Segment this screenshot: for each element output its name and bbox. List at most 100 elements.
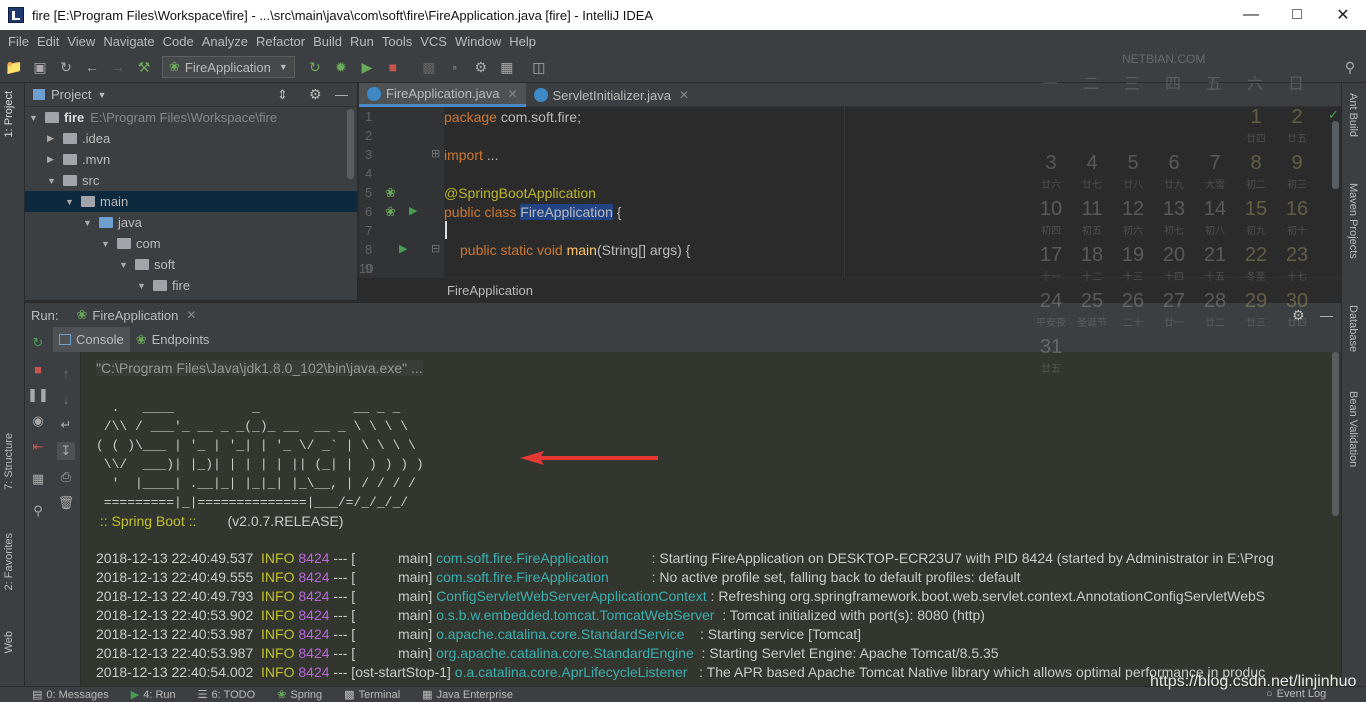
structure-tool-tab[interactable]: 7: Structure [3, 433, 15, 490]
menu-view[interactable]: View [67, 34, 95, 49]
web-tool-tab[interactable]: Web [3, 631, 15, 653]
database-tool-tab[interactable]: Database [1347, 305, 1359, 352]
run-tool-button[interactable]: ▶ 4: Run [131, 688, 176, 702]
up-arrow-icon[interactable]: ↑ [57, 364, 75, 382]
menu-analyze[interactable]: Analyze [202, 34, 248, 49]
log-logger: com.soft.fire.FireApplication [436, 550, 609, 566]
favorites-tool-tab[interactable]: 2: Favorites [3, 533, 15, 590]
open-folder-icon[interactable]: 📁 [4, 57, 24, 77]
build-hammer-icon[interactable]: ⚒ [134, 57, 154, 77]
tree-item-root[interactable]: ▼ fire E:\Program Files\Workspace\fire [25, 107, 357, 128]
maven-projects-tool-tab[interactable]: Maven Projects [1347, 183, 1359, 259]
tree-item-idea[interactable]: ▶ .idea [25, 128, 357, 149]
presentation-icon[interactable]: ◫ [529, 57, 549, 77]
log-separator: --- [ [329, 664, 356, 680]
stop-icon[interactable]: ■ [29, 360, 47, 378]
run-gutter-icon[interactable]: ▶ [399, 242, 429, 255]
coverage-icon[interactable]: ▶ [357, 57, 377, 77]
print-icon[interactable]: ⎙ [57, 468, 75, 486]
tree-item-mvn[interactable]: ▶ .mvn [25, 149, 357, 170]
run-gutter-icon[interactable]: ▶ [409, 204, 439, 217]
attach-icon[interactable]: ▩ [419, 57, 439, 77]
profile-icon[interactable]: ▪ [445, 57, 465, 77]
tree-scrollbar[interactable] [347, 109, 354, 179]
bean-validation-tool-tab[interactable]: Bean Validation [1347, 391, 1359, 467]
ant-build-tool-tab[interactable]: Ant Build [1347, 93, 1359, 137]
log-timestamp: 2018-12-13 22:40:49.537 [96, 550, 254, 566]
menu-run[interactable]: Run [350, 34, 374, 49]
editor-tab-servletinitializer[interactable]: ServletInitializer.java ✕ [526, 83, 698, 107]
trash-icon[interactable]: 🗑 [57, 494, 75, 512]
tab-endpoints[interactable]: ❀ Endpoints [130, 327, 216, 352]
event-log-button[interactable]: ○ Event Log [1266, 688, 1326, 700]
minimize-button[interactable]: — [1228, 0, 1274, 30]
todo-tool-button[interactable]: ☰ 6: TODO [198, 688, 255, 702]
run-config-dropdown[interactable]: ❀ FireApplication ▼ [162, 56, 295, 78]
soft-wrap-icon[interactable]: ↵ [57, 416, 75, 434]
save-icon[interactable]: ▣ [30, 57, 50, 77]
console-scrollbar[interactable] [1332, 352, 1339, 516]
exit-icon[interactable]: ⇤ [29, 438, 47, 456]
menu-help[interactable]: Help [509, 34, 536, 49]
code-editor[interactable]: package com.soft.fire; import ... @Sprin… [444, 107, 1341, 277]
project-structure-icon[interactable]: ▦ [497, 57, 517, 77]
log-line: 2018-12-13 22:40:53.987 INFO 8424 --- [ … [96, 645, 999, 661]
tree-item-java[interactable]: ▼ java [25, 212, 357, 233]
editor-scrollbar[interactable] [1332, 121, 1339, 189]
tree-item-com[interactable]: ▼ com [25, 233, 357, 254]
debug-bug-icon[interactable]: ✹ [331, 57, 351, 77]
menu-build[interactable]: Build [313, 34, 342, 49]
pin-icon[interactable]: ⚲ [29, 502, 47, 520]
close-button[interactable]: ✕ [1320, 0, 1366, 30]
tree-item-fire[interactable]: ▼ fire [25, 275, 357, 296]
sync-icon[interactable]: ↻ [56, 57, 76, 77]
menu-navigate[interactable]: Navigate [103, 34, 154, 49]
camera-icon[interactable]: ◉ [29, 412, 47, 430]
tree-item-main[interactable]: ▼ main [25, 191, 357, 212]
maximize-button[interactable]: □ [1274, 0, 1320, 30]
terminal-tool-button[interactable]: ▩ Terminal [344, 688, 400, 702]
spring-tool-button[interactable]: ❀ Spring [277, 688, 322, 702]
down-arrow-icon[interactable]: ↓ [57, 390, 75, 408]
stop-icon[interactable]: ■ [383, 57, 403, 77]
menu-vcs[interactable]: VCS [420, 34, 447, 49]
layout-icon[interactable]: ▦ [29, 470, 47, 488]
tree-item-soft[interactable]: ▼ soft [25, 254, 357, 275]
chevron-down-icon[interactable]: ▼ [97, 90, 106, 100]
close-tab-icon[interactable]: ✕ [186, 308, 196, 322]
hide-panel-icon[interactable]: — [1320, 308, 1333, 323]
editor-tab-fireapplication[interactable]: FireApplication.java ✕ [359, 83, 526, 107]
rerun-icon[interactable]: ↻ [29, 334, 47, 352]
java-enterprise-tool-button[interactable]: ▦ Java Enterprise [422, 688, 513, 702]
menu-window[interactable]: Window [455, 34, 501, 49]
scroll-to-end-icon[interactable]: ↧ [57, 442, 75, 460]
menu-edit[interactable]: Edit [37, 34, 59, 49]
run-config-tab[interactable]: FireApplication [92, 308, 178, 323]
rerun-icon[interactable]: ↻ [305, 57, 325, 77]
forward-arrow-icon[interactable]: → [108, 57, 128, 77]
gear-icon[interactable]: ⚙ [1292, 307, 1305, 324]
menu-code[interactable]: Code [163, 34, 194, 49]
project-tool-tab[interactable]: 1: Project [3, 91, 15, 137]
hide-panel-icon[interactable]: — [335, 87, 348, 102]
messages-tool-button[interactable]: ▤ 0: Messages [32, 688, 109, 702]
menu-file[interactable]: File [8, 34, 29, 49]
spring-bean-icon[interactable]: ❀ [385, 185, 415, 201]
settings-wrench-icon[interactable]: ⚙ [471, 57, 491, 77]
search-icon[interactable]: ⚲ [1340, 57, 1360, 77]
tab-console[interactable]: Console [53, 327, 130, 352]
collapse-all-icon[interactable]: ⇕ [277, 87, 288, 103]
log-timestamp: 2018-12-13 22:40:53.987 [96, 645, 254, 661]
close-tab-icon[interactable]: ✕ [679, 88, 689, 102]
back-arrow-icon[interactable]: ← [82, 57, 102, 77]
gear-icon[interactable]: ⚙ [309, 86, 322, 103]
project-view-selector[interactable]: Project [51, 87, 91, 102]
pause-icon[interactable]: ❚❚ [27, 386, 49, 404]
menu-refactor[interactable]: Refactor [256, 34, 305, 49]
console-output[interactable]: "C:\Program Files\Java\jdk1.8.0_102\bin\… [80, 352, 1341, 686]
method-name: main [566, 242, 597, 258]
tree-item-src[interactable]: ▼ src [25, 170, 357, 191]
menu-tools[interactable]: Tools [382, 34, 412, 49]
breadcrumb-item[interactable]: FireApplication [447, 283, 533, 298]
close-tab-icon[interactable]: ✕ [507, 87, 517, 101]
